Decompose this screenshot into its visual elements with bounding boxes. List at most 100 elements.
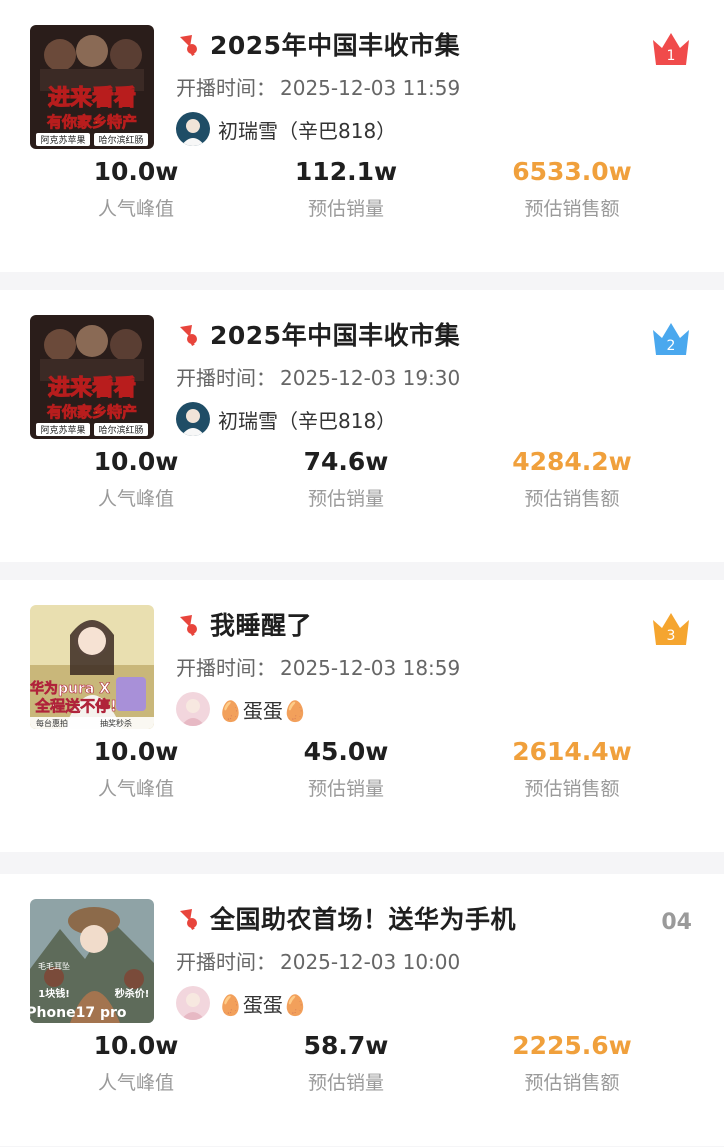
thumb-headline: iPhone17 pro: [30, 1005, 127, 1021]
live-broadcast-icon: [180, 325, 197, 346]
live-broadcast-icon: [180, 909, 197, 930]
sales-value: 2614.4w: [512, 737, 632, 766]
thumb-subline: 全程送不停!: [34, 697, 117, 715]
stats-row: 10.0w 人气峰值 112.1w 预估销量 6533.0w 预估销售额: [0, 152, 724, 252]
host-name: 🥚蛋蛋🥚: [218, 992, 308, 1017]
live-thumbnail[interactable]: 华为pura X 全程送不停! 每台惠拍 抽奖秒杀: [30, 605, 154, 729]
host-info[interactable]: 初瑞雪（辛巴818）: [176, 112, 396, 146]
live-broadcast-icon: [180, 615, 197, 636]
stat-peak: 10.0w 人气峰值: [36, 732, 236, 801]
thumb-tag: 毛毛耳坠: [38, 961, 70, 971]
live-title: 我睡醒了: [210, 611, 313, 640]
sales-label: 预估销售额: [524, 1072, 620, 1094]
host-name: 初瑞雪（辛巴818）: [218, 408, 397, 433]
volume-label: 预估销量: [307, 778, 384, 800]
thumb-tag: 秒杀价!: [115, 987, 150, 1000]
peak-value: 10.0w: [93, 1031, 179, 1060]
thumb-headline: 华为pura X: [30, 680, 110, 697]
stat-peak: 10.0w 人气峰值: [36, 1026, 236, 1095]
volume-value: 45.0w: [303, 737, 389, 766]
stat-peak: 10.0w 人气峰值: [36, 152, 236, 221]
rank-crown-icon: 3: [653, 613, 689, 645]
host-info[interactable]: 🥚蛋蛋🥚: [176, 692, 308, 726]
start-time-label: 开播时间：: [176, 366, 276, 390]
rank-number: 04: [661, 910, 692, 935]
sales-value: 6533.0w: [512, 157, 632, 186]
stat-sales: 2225.6w 预估销售额: [472, 1026, 672, 1095]
sales-value: 4284.2w: [512, 447, 632, 476]
avatar: [176, 112, 210, 146]
live-thumbnail[interactable]: 进来看看 有你家乡特产 阿克苏苹果 哈尔滨红肠: [30, 315, 154, 439]
rank-number: 3: [667, 628, 676, 644]
thumb-tag: 抽奖秒杀: [100, 718, 132, 728]
stats-row: 10.0w 人气峰值 58.7w 预估销量 2225.6w 预估销售额: [0, 1026, 724, 1126]
thumb-tag: 哈尔滨红肠: [98, 134, 143, 146]
peak-value: 10.0w: [93, 737, 179, 766]
thumb-tag: 1块钱!: [38, 987, 70, 1000]
live-thumbnail[interactable]: 毛毛耳坠 1块钱! 秒杀价! iPhone17 pro: [30, 899, 154, 1023]
start-time: 开播时间： 2025-12-03 11:59: [176, 72, 460, 101]
sales-label: 预估销售额: [524, 488, 620, 510]
stat-volume: 45.0w 预估销量: [246, 732, 446, 801]
volume-value: 58.7w: [303, 1031, 389, 1060]
avatar: [176, 986, 210, 1020]
live-broadcast-icon: [180, 35, 197, 56]
host-name: 🥚蛋蛋🥚: [218, 698, 308, 723]
live-card[interactable]: 进来看看 有你家乡特产 阿克苏苹果 哈尔滨红肠 2025年中国丰收市集 开播时间…: [0, 290, 724, 562]
rank-number: 1: [667, 48, 676, 64]
host-name: 初瑞雪（辛巴818）: [218, 118, 397, 143]
start-time-label: 开播时间：: [176, 76, 276, 100]
sales-label: 预估销售额: [524, 778, 620, 800]
start-time-label: 开播时间：: [176, 950, 276, 974]
start-time-value: 2025-12-03 18:59: [280, 656, 461, 680]
avatar: [176, 692, 210, 726]
volume-label: 预估销量: [307, 198, 384, 220]
live-card[interactable]: 进来看看 有你家乡特产 阿克苏苹果 哈尔滨红肠 2025年中国丰收市集 开播时间…: [0, 0, 724, 272]
thumb-headline: 进来看看: [48, 376, 136, 401]
thumb-tag: 阿克苏苹果: [40, 134, 85, 146]
sales-label: 预估销售额: [524, 198, 620, 220]
start-time-value: 2025-12-03 19:30: [280, 366, 461, 390]
host-info[interactable]: 初瑞雪（辛巴818）: [176, 402, 396, 436]
live-thumbnail[interactable]: 进来看看 有你家乡特产 阿克苏苹果 哈尔滨红肠: [30, 25, 154, 149]
peak-label: 人气峰值: [97, 1072, 174, 1094]
volume-label: 预估销量: [307, 488, 384, 510]
start-time-label: 开播时间：: [176, 656, 276, 680]
peak-label: 人气峰值: [97, 488, 174, 510]
peak-label: 人气峰值: [97, 198, 174, 220]
live-title: 2025年中国丰收市集: [210, 31, 461, 60]
thumb-headline: 进来看看: [48, 86, 136, 111]
start-time: 开播时间： 2025-12-03 10:00: [176, 946, 460, 975]
volume-value: 74.6w: [303, 447, 389, 476]
sales-value: 2225.6w: [512, 1031, 632, 1060]
stat-peak: 10.0w 人气峰值: [36, 442, 236, 511]
rank-crown-icon: 1: [653, 33, 689, 65]
rank-crown-icon: 2: [653, 323, 689, 355]
start-time-value: 2025-12-03 11:59: [280, 76, 461, 100]
stat-volume: 112.1w 预估销量: [246, 152, 446, 221]
peak-value: 10.0w: [93, 447, 179, 476]
volume-label: 预估销量: [307, 1072, 384, 1094]
stats-row: 10.0w 人气峰值 45.0w 预估销量 2614.4w 预估销售额: [0, 732, 724, 832]
peak-value: 10.0w: [93, 157, 179, 186]
thumb-subline: 有你家乡特产: [47, 113, 137, 131]
stat-sales: 4284.2w 预估销售额: [472, 442, 672, 511]
thumb-subline: 有你家乡特产: [47, 403, 137, 421]
stats-row: 10.0w 人气峰值 74.6w 预估销量 4284.2w 预估销售额: [0, 442, 724, 542]
stat-volume: 58.7w 预估销量: [246, 1026, 446, 1095]
thumb-tag: 每台惠拍: [36, 718, 68, 728]
peak-label: 人气峰值: [97, 778, 174, 800]
rank-number: 2: [667, 338, 676, 354]
live-card[interactable]: 华为pura X 全程送不停! 每台惠拍 抽奖秒杀 我睡醒了 开播时间： 2025…: [0, 580, 724, 852]
live-title: 2025年中国丰收市集: [210, 321, 461, 350]
live-title: 全国助农首场！送华为手机: [210, 905, 517, 934]
stat-volume: 74.6w 预估销量: [246, 442, 446, 511]
stat-sales: 6533.0w 预估销售额: [472, 152, 672, 221]
stat-sales: 2614.4w 预估销售额: [472, 732, 672, 801]
thumb-tag: 哈尔滨红肠: [98, 424, 143, 436]
host-info[interactable]: 🥚蛋蛋🥚: [176, 986, 308, 1020]
avatar: [176, 402, 210, 436]
live-card[interactable]: 毛毛耳坠 1块钱! 秒杀价! iPhone17 pro 全国助农首场！送华为手机…: [0, 874, 724, 1146]
start-time-value: 2025-12-03 10:00: [280, 950, 461, 974]
volume-value: 112.1w: [294, 157, 398, 186]
